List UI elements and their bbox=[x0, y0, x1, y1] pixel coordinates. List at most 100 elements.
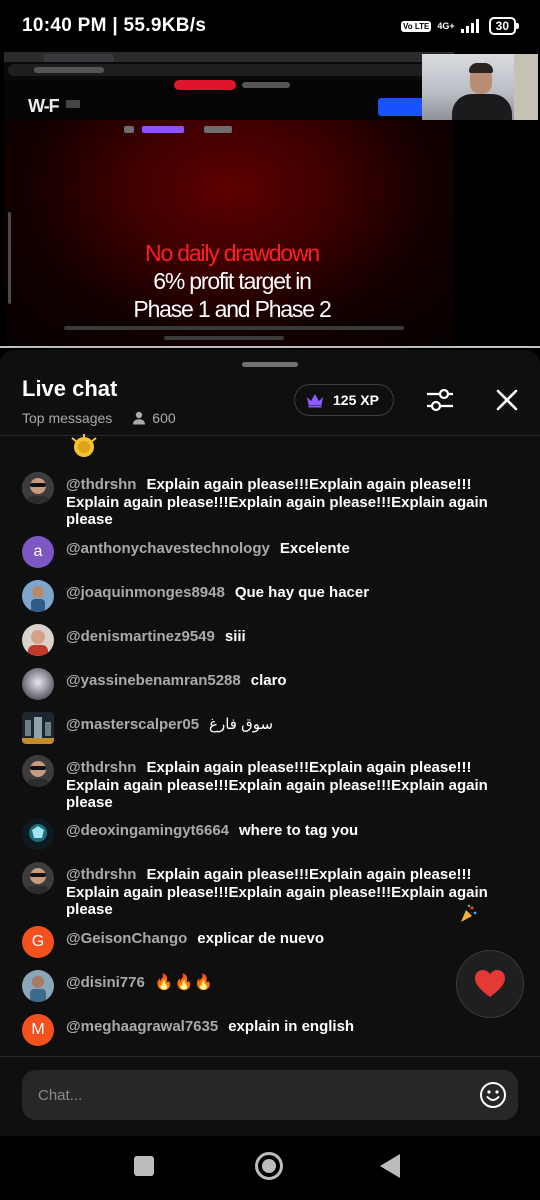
author-name[interactable]: @disini776 bbox=[66, 974, 145, 991]
xp-badge[interactable]: 125 XP bbox=[294, 384, 394, 416]
emoji-button[interactable] bbox=[478, 1080, 508, 1110]
author-name[interactable]: @denismartinez9549 bbox=[66, 628, 215, 645]
get-started-button bbox=[378, 98, 426, 116]
avatar[interactable] bbox=[22, 970, 54, 1002]
user-photo-icon bbox=[22, 472, 54, 504]
avatar[interactable]: G bbox=[22, 926, 54, 958]
heart-reaction-button[interactable] bbox=[456, 950, 524, 1018]
message-content: @masterscalper05 سوق فارغ bbox=[66, 716, 522, 734]
author-name[interactable]: @masterscalper05 bbox=[66, 716, 199, 733]
avatar[interactable] bbox=[22, 580, 54, 612]
avatar[interactable] bbox=[22, 668, 54, 700]
chat-mode-label: Top messages bbox=[22, 410, 113, 426]
avatar[interactable] bbox=[22, 862, 54, 894]
person-icon bbox=[133, 411, 146, 425]
message-text: where to tag you bbox=[239, 822, 359, 839]
chat-mode-selector[interactable]: Top messages 600 bbox=[22, 410, 176, 426]
site-logo-sub bbox=[66, 100, 80, 108]
chat-input[interactable] bbox=[22, 1070, 462, 1120]
hero-subheadline-1: 6% profit target in bbox=[153, 268, 312, 294]
author-name[interactable]: @thdrshn bbox=[66, 476, 136, 493]
emoji-icon bbox=[480, 1082, 506, 1108]
chat-settings-button[interactable] bbox=[420, 384, 460, 416]
home-button[interactable] bbox=[255, 1152, 283, 1180]
user-photo-icon bbox=[22, 580, 54, 612]
user-photo-icon bbox=[22, 712, 54, 744]
back-button[interactable] bbox=[380, 1154, 400, 1178]
user-photo-icon bbox=[22, 818, 54, 850]
message-content: @yassinebenamran5288 claro bbox=[66, 672, 522, 690]
author-name[interactable]: @thdrshn bbox=[66, 866, 136, 883]
webcam-overlay bbox=[422, 54, 538, 120]
sliders-icon bbox=[427, 388, 453, 412]
heart-icon bbox=[475, 970, 505, 997]
battery-icon: 30 bbox=[488, 17, 520, 35]
system-navigation-bar bbox=[0, 1136, 540, 1200]
message-text: Que hay que hacer bbox=[234, 584, 370, 601]
recent-apps-button[interactable] bbox=[134, 1156, 154, 1176]
drag-handle[interactable] bbox=[242, 362, 298, 367]
xp-label: 125 XP bbox=[333, 392, 379, 408]
hero-description bbox=[64, 326, 404, 330]
avatar[interactable] bbox=[22, 755, 54, 787]
chat-input-container[interactable] bbox=[22, 1070, 518, 1120]
input-divider bbox=[0, 1056, 540, 1057]
medal-sticker-icon bbox=[71, 434, 97, 457]
screen-share: W-F No daily drawdown 6% profit target i… bbox=[4, 52, 454, 348]
close-icon bbox=[496, 389, 518, 411]
viewer-count: 600 bbox=[152, 410, 176, 426]
hero-headline: No daily drawdown bbox=[145, 240, 320, 266]
message-content: @deoxingamingyt6664 where to tag you bbox=[66, 822, 522, 840]
author-name[interactable]: @GeisonChango bbox=[66, 930, 187, 947]
user-photo-icon bbox=[22, 862, 54, 894]
avatar[interactable]: M bbox=[22, 1014, 54, 1046]
scroll-indicator bbox=[8, 212, 11, 304]
volte-icon: Vo LTE bbox=[401, 20, 432, 32]
author-name[interactable]: @deoxingamingyt6664 bbox=[66, 822, 229, 839]
status-time-speed: 10:40 PM | 55.9KB/s bbox=[22, 15, 207, 36]
message-content: @denismartinez9549 siii bbox=[66, 628, 522, 646]
message-text: سوق فارغ bbox=[209, 716, 274, 733]
hero-subheadline-2: Phase 1 and Phase 2 bbox=[133, 296, 331, 322]
message-text: Excelente bbox=[279, 540, 350, 557]
browser-tab bbox=[44, 54, 114, 62]
live-chat-panel: Live chat Top messages 600 125 XP @thdrs… bbox=[0, 350, 540, 1200]
promo-text bbox=[242, 82, 290, 88]
user-photo-icon bbox=[22, 755, 54, 787]
avatar[interactable]: a bbox=[22, 536, 54, 568]
message-content: @joaquinmonges8948 Que hay que hacer bbox=[66, 584, 522, 602]
status-bar: 10:40 PM | 55.9KB/s Vo LTE 4G+ 30 bbox=[0, 0, 540, 52]
user-photo-icon bbox=[22, 624, 54, 656]
author-name[interactable]: @joaquinmonges8948 bbox=[66, 584, 225, 601]
network-type: 4G+ bbox=[437, 20, 455, 31]
signal-icon bbox=[460, 19, 479, 33]
video-player[interactable]: W-F No daily drawdown 6% profit target i… bbox=[0, 52, 540, 348]
user-photo-icon bbox=[22, 970, 54, 1002]
avatar[interactable] bbox=[22, 624, 54, 656]
site-logo: W-F bbox=[28, 96, 60, 116]
author-name[interactable]: @thdrshn bbox=[66, 759, 136, 776]
close-chat-button[interactable] bbox=[488, 384, 526, 416]
author-name[interactable]: @meghaagrawal7635 bbox=[66, 1018, 218, 1035]
message-content: @thdrshn Explain again please!!!Explain a… bbox=[66, 476, 522, 529]
message-text: claro bbox=[250, 672, 287, 689]
rating-badges bbox=[124, 124, 264, 136]
message-content: @disini776 🔥🔥🔥 bbox=[66, 974, 522, 992]
user-photo-icon bbox=[22, 668, 54, 700]
crown-icon bbox=[307, 394, 323, 408]
message-content: @anthonychavestechnology Excelente bbox=[66, 540, 522, 558]
message-text: explicar de nuevo bbox=[197, 930, 325, 947]
avatar[interactable] bbox=[22, 472, 54, 504]
message-content: @thdrshn Explain again please!!!Explain a… bbox=[66, 759, 522, 812]
message-content: @GeisonChango explicar de nuevo bbox=[66, 930, 522, 948]
author-name[interactable]: @anthonychavestechnology bbox=[66, 540, 270, 557]
avatar[interactable] bbox=[22, 818, 54, 850]
video-progress-line bbox=[0, 346, 540, 348]
status-icons: Vo LTE 4G+ 30 bbox=[401, 17, 520, 35]
message-text: explain in english bbox=[228, 1018, 355, 1035]
message-content: @thdrshn Explain again please!!!Explain a… bbox=[66, 866, 522, 919]
promo-pill bbox=[174, 80, 236, 90]
chat-title: Live chat bbox=[22, 376, 118, 401]
author-name[interactable]: @yassinebenamran5288 bbox=[66, 672, 241, 689]
avatar[interactable] bbox=[22, 712, 54, 744]
